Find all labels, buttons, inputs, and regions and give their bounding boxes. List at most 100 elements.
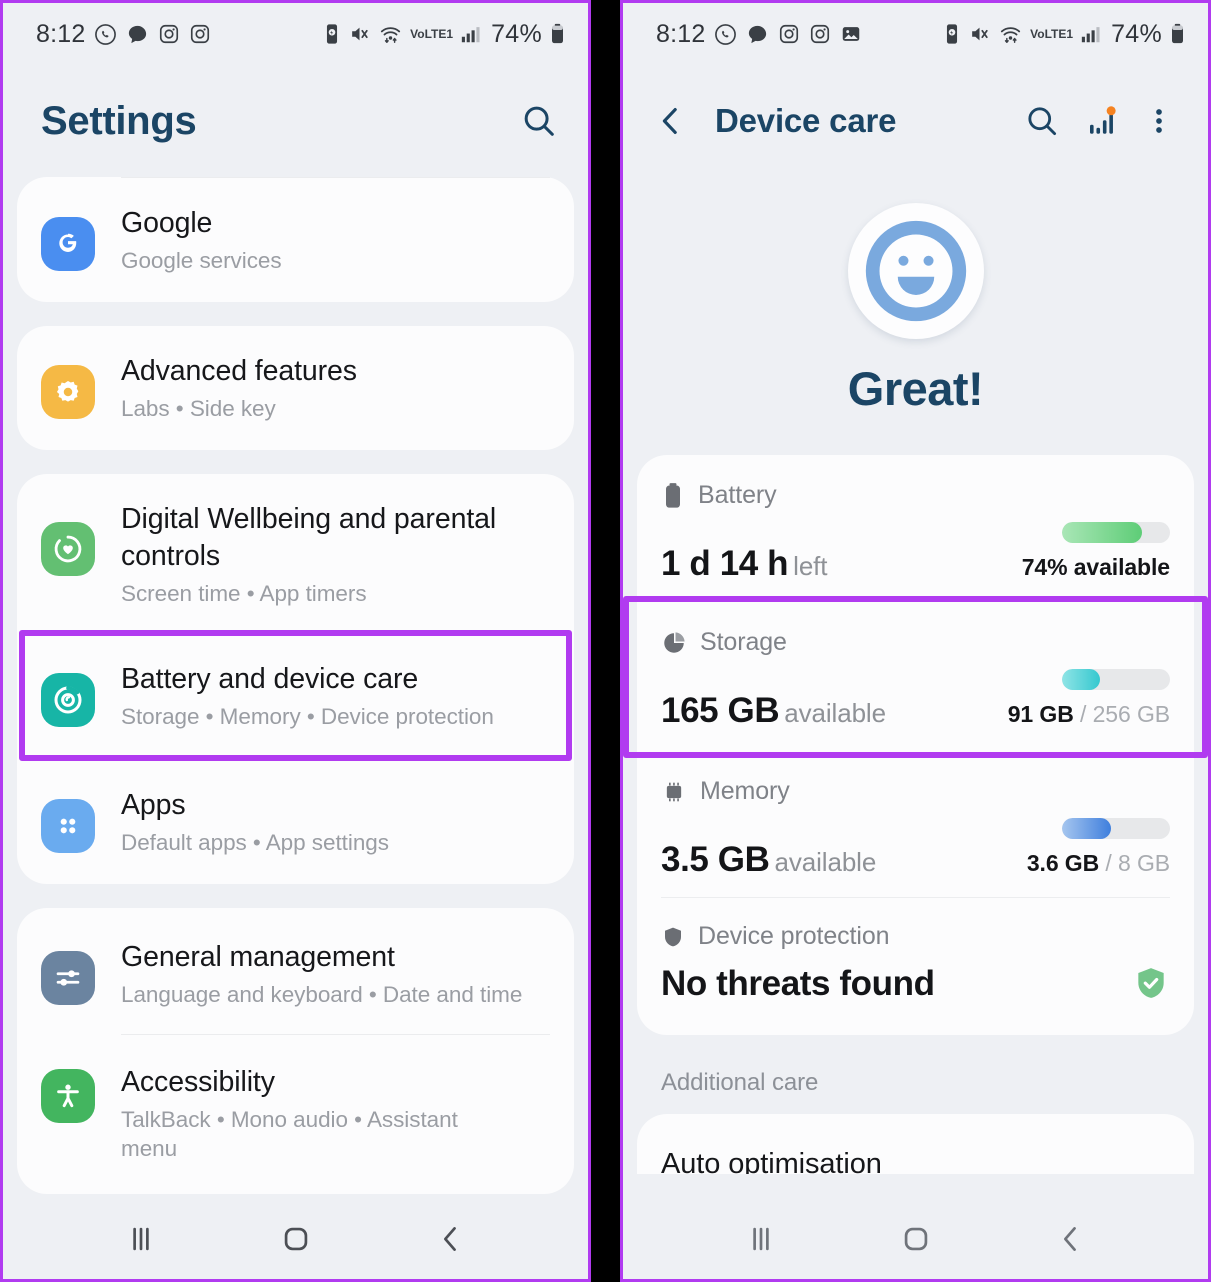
item-value-number: No threats found <box>661 963 935 1003</box>
instagram-icon <box>780 24 799 44</box>
recents-button[interactable] <box>744 1222 778 1256</box>
sidebar-item-label: Advanced features <box>121 354 357 387</box>
sidebar-item-digital-wellbeing[interactable]: Digital Wellbeing and parental controls … <box>17 474 574 631</box>
row-text: Digital Wellbeing and parental controls … <box>121 500 552 609</box>
navigation-bar-left <box>3 1199 588 1279</box>
item-value-number: 1 d 14 h <box>661 544 789 583</box>
item-value-unit: available <box>774 847 877 877</box>
whatsapp-icon <box>95 23 117 45</box>
status-bar-right: 8:12 VoLTE1 74% <box>623 3 1208 65</box>
sidebar-item-google[interactable]: Google Google services <box>17 178 574 302</box>
back-button[interactable] <box>434 1222 468 1256</box>
wifi-icon <box>1001 27 1021 43</box>
device-care-screen: 8:12 VoLTE1 74% Device care Great! Batte… <box>620 0 1211 1282</box>
mute-icon <box>972 27 988 41</box>
diagnostics-button[interactable] <box>1084 103 1120 139</box>
home-button[interactable] <box>899 1222 933 1256</box>
instagram-icon <box>191 24 210 44</box>
item-header: Storage <box>661 628 1170 657</box>
item-label: Memory <box>700 777 790 805</box>
item-header: Device protection <box>661 922 1170 951</box>
item-value-number: 3.5 GB <box>661 840 770 879</box>
additional-care-section-label: Additional care <box>661 1069 819 1096</box>
sidebar-item-label: Digital Wellbeing and parental controls <box>121 502 497 572</box>
row-text: Battery and device care Storage • Memory… <box>121 660 552 732</box>
sidebar-item-accessibility[interactable]: Accessibility TalkBack • Mono audio • As… <box>17 1035 574 1194</box>
item-value: No threats found <box>661 966 935 1001</box>
recents-button[interactable] <box>124 1222 158 1256</box>
battery-icon <box>666 482 680 508</box>
additional-care-item-label: Auto optimisation <box>661 1148 882 1174</box>
sidebar-item-subtitle: Labs • Side key <box>121 395 276 421</box>
item-detail: 3.6 GB / 8 GB <box>1027 850 1170 877</box>
back-navigation-button[interactable] <box>645 103 697 139</box>
apps-icon <box>41 799 95 854</box>
status-bar-right-cluster: VoLTE1 74% <box>943 20 1186 49</box>
item-gauge: 3.6 GB / 8 GB <box>1027 818 1170 877</box>
item-value: 1 d 14 h left <box>661 544 828 583</box>
item-gauge: 74% available <box>1022 522 1170 581</box>
whatsapp-icon <box>715 23 737 45</box>
item-label: Storage <box>700 628 787 656</box>
recents-icon <box>752 1227 769 1251</box>
device-care-content[interactable]: Great! Battery 1 d 14 h left 74% availab… <box>623 177 1208 1199</box>
home-button[interactable] <box>279 1222 313 1256</box>
back-icon <box>1063 1227 1076 1251</box>
diagnostics-chart-icon <box>1090 106 1116 134</box>
more-options-button[interactable] <box>1144 103 1178 139</box>
status-bar-left-cluster: 8:12 <box>656 20 862 49</box>
battery-progress-bar <box>1062 522 1170 543</box>
more-options-icon <box>1156 109 1162 133</box>
sidebar-item-advanced-features[interactable]: Advanced features Labs • Side key <box>17 326 574 450</box>
chat-bubble-icon <box>129 25 147 43</box>
digital-wellbeing-icon <box>41 521 95 576</box>
back-button[interactable] <box>1054 1222 1088 1256</box>
item-detail-total: / 8 GB <box>1105 850 1170 876</box>
sidebar-item-general-management[interactable]: General management Language and keyboard… <box>17 908 574 1034</box>
item-detail-primary: 3.6 GB <box>1026 850 1100 876</box>
item-value: 165 GB available <box>661 693 886 728</box>
device-care-item-battery[interactable]: Battery 1 d 14 h left 74% available <box>637 459 1194 601</box>
storage-progress-bar <box>1062 669 1170 690</box>
volte-label: VoLTE1 <box>1030 27 1074 41</box>
status-time: 8:12 <box>36 19 86 48</box>
settings-list[interactable]: Google Google services Advanced features… <box>3 177 588 1199</box>
item-gauge: 91 GB / 256 GB <box>1008 669 1170 728</box>
battery-saver-icon <box>947 24 958 44</box>
status-face-badge <box>847 203 984 339</box>
shield-icon <box>665 927 681 946</box>
device-care-item-memory[interactable]: Memory 3.5 GB available 3.6 GB / 8 GB <box>637 753 1194 897</box>
instagram-icon <box>160 24 179 44</box>
row-text: Advanced features Labs • Side key <box>121 352 552 424</box>
battery-device-care-icon <box>41 672 95 727</box>
item-detail-primary: 74% available <box>1021 554 1170 580</box>
recents-icon <box>132 1227 149 1251</box>
page-title: Device care <box>715 102 897 139</box>
search-button[interactable] <box>520 102 558 140</box>
additional-care-card[interactable]: Auto optimisation <box>637 1114 1194 1174</box>
protection-status-badge <box>1132 963 1170 1003</box>
status-bar-left-cluster: 8:12 <box>36 20 211 49</box>
advanced-features-icon <box>41 364 95 419</box>
item-label: Device protection <box>698 922 890 950</box>
general-management-icon <box>41 951 95 1006</box>
settings-app-bar: Settings <box>3 65 588 177</box>
item-main: 1 d 14 h left 74% available <box>661 522 1170 581</box>
search-button[interactable] <box>1024 103 1060 139</box>
battery-icon <box>552 23 563 44</box>
volte-label: VoLTE1 <box>410 27 454 41</box>
sidebar-item-label: Battery and device care <box>121 662 419 695</box>
sidebar-item-apps[interactable]: Apps Default apps • App settings <box>17 760 574 884</box>
sidebar-item-battery-and-device-care[interactable]: Battery and device care Storage • Memory… <box>17 629 574 762</box>
settings-screen: 8:12 VoLTE1 74% Settings Google Google s… <box>0 0 591 1282</box>
item-value-unit: available <box>784 698 886 728</box>
sidebar-item-label: Accessibility <box>121 1066 275 1099</box>
status-bar-left: 8:12 VoLTE1 74% <box>3 3 588 65</box>
settings-group: Advanced features Labs • Side key <box>17 325 574 450</box>
accessibility-icon <box>41 1069 95 1124</box>
storage-progress-fill <box>1062 669 1100 690</box>
device-care-item-storage[interactable]: Storage 165 GB available 91 GB / 256 GB <box>623 596 1208 758</box>
memory-progress-bar <box>1062 818 1170 839</box>
back-arrow-icon <box>662 108 677 134</box>
device-care-item-device-protection[interactable]: Device protection No threats found <box>637 898 1194 1029</box>
